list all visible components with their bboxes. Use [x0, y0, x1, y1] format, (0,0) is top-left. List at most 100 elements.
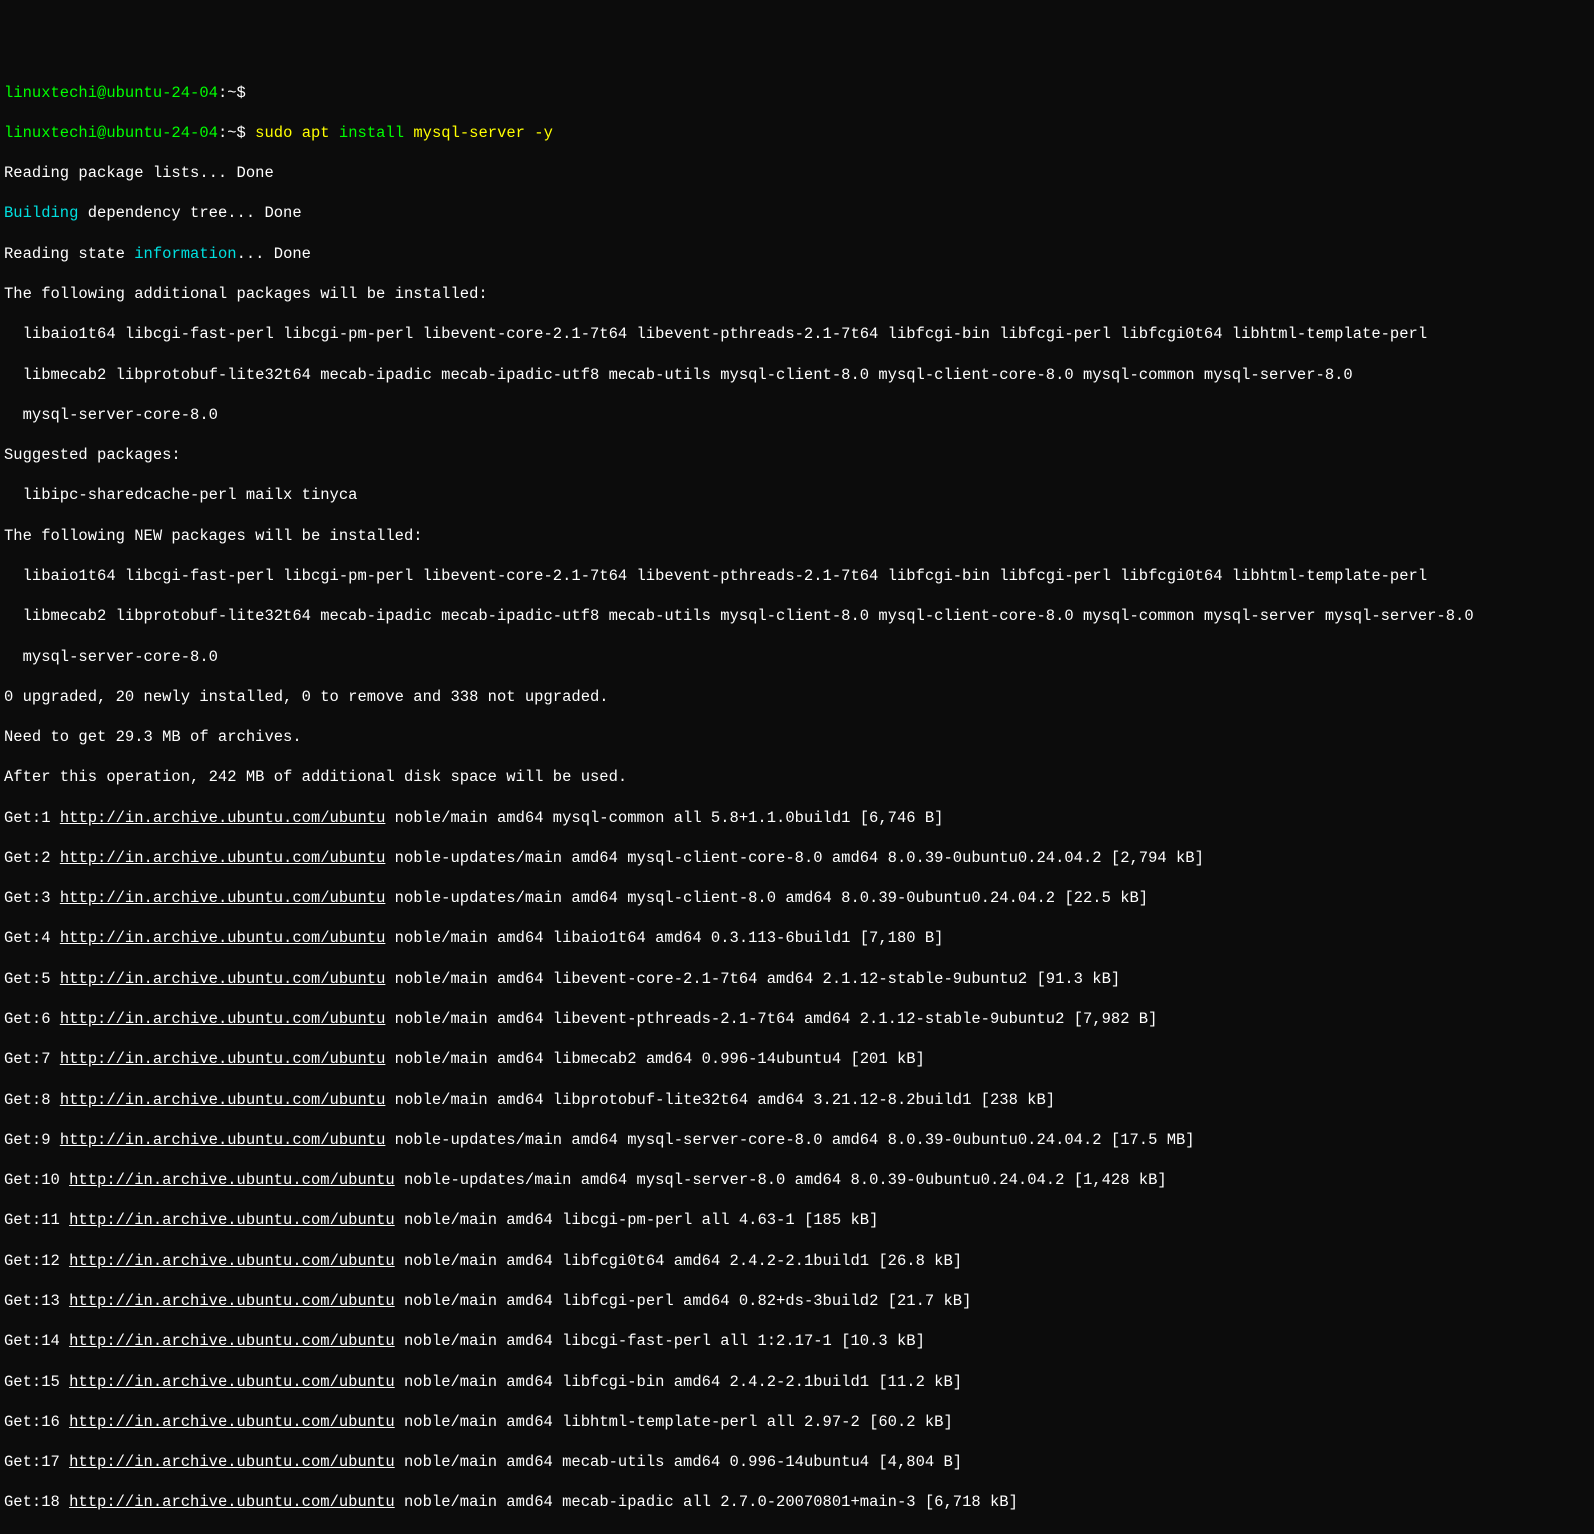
prompt-path: :~ — [218, 124, 237, 142]
download-line: Get:4 http://in.archive.ubuntu.com/ubunt… — [4, 928, 1590, 948]
output-text: ... Done — [237, 245, 311, 263]
repo-url: http://in.archive.ubuntu.com/ubuntu — [69, 1373, 395, 1391]
package-detail: noble/main amd64 libfcgi-perl amd64 0.82… — [395, 1292, 972, 1310]
output-line: The following additional packages will b… — [4, 284, 1590, 304]
download-line: Get:15 http://in.archive.ubuntu.com/ubun… — [4, 1372, 1590, 1392]
download-line: Get:6 http://in.archive.ubuntu.com/ubunt… — [4, 1009, 1590, 1029]
output-text: dependency tree... Done — [78, 204, 301, 222]
download-line: Get:3 http://in.archive.ubuntu.com/ubunt… — [4, 888, 1590, 908]
package-detail: noble/main amd64 mysql-common all 5.8+1.… — [385, 809, 943, 827]
output-line: libmecab2 libprotobuf-lite32t64 mecab-ip… — [4, 365, 1590, 385]
cmd-install: install — [339, 124, 404, 142]
output-line: After this operation, 242 MB of addition… — [4, 767, 1590, 787]
repo-url: http://in.archive.ubuntu.com/ubuntu — [69, 1493, 395, 1511]
package-detail: noble/main amd64 libfcgi0t64 amd64 2.4.2… — [395, 1252, 962, 1270]
download-line: Get:18 http://in.archive.ubuntu.com/ubun… — [4, 1492, 1590, 1512]
download-line: Get:8 http://in.archive.ubuntu.com/ubunt… — [4, 1090, 1590, 1110]
get-prefix: Get:12 — [4, 1252, 69, 1270]
package-detail: noble-updates/main amd64 mysql-client-co… — [385, 849, 1204, 867]
download-line: Get:17 http://in.archive.ubuntu.com/ubun… — [4, 1452, 1590, 1472]
package-detail: noble-updates/main amd64 mysql-client-8.… — [385, 889, 1148, 907]
get-prefix: Get:13 — [4, 1292, 69, 1310]
repo-url: http://in.archive.ubuntu.com/ubuntu — [60, 1131, 386, 1149]
information-word: information — [134, 245, 236, 263]
package-detail: noble/main amd64 libevent-pthreads-2.1-7… — [385, 1010, 1157, 1028]
prompt-dollar: $ — [237, 124, 246, 142]
get-prefix: Get:11 — [4, 1211, 69, 1229]
output-line: Reading state information... Done — [4, 244, 1590, 264]
package-detail: noble/main amd64 mecab-utils amd64 0.996… — [395, 1453, 962, 1471]
get-prefix: Get:5 — [4, 970, 60, 988]
download-list: Get:1 http://in.archive.ubuntu.com/ubunt… — [4, 808, 1590, 1534]
repo-url: http://in.archive.ubuntu.com/ubuntu — [69, 1413, 395, 1431]
repo-url: http://in.archive.ubuntu.com/ubuntu — [69, 1292, 395, 1310]
get-prefix: Get:6 — [4, 1010, 60, 1028]
download-line: Get:16 http://in.archive.ubuntu.com/ubun… — [4, 1412, 1590, 1432]
package-detail: noble/main amd64 libcgi-pm-perl all 4.63… — [395, 1211, 879, 1229]
prompt-user: linuxtechi@ubuntu-24-04 — [4, 124, 218, 142]
repo-url: http://in.archive.ubuntu.com/ubuntu — [60, 1091, 386, 1109]
get-prefix: Get:8 — [4, 1091, 60, 1109]
output-line: 0 upgraded, 20 newly installed, 0 to rem… — [4, 687, 1590, 707]
download-line: Get:11 http://in.archive.ubuntu.com/ubun… — [4, 1210, 1590, 1230]
download-line: Get:1 http://in.archive.ubuntu.com/ubunt… — [4, 808, 1590, 828]
output-line: Suggested packages: — [4, 445, 1590, 465]
get-prefix: Get:4 — [4, 929, 60, 947]
download-line: Get:7 http://in.archive.ubuntu.com/ubunt… — [4, 1049, 1590, 1069]
download-line: Get:12 http://in.archive.ubuntu.com/ubun… — [4, 1251, 1590, 1271]
building-word: Building — [4, 204, 78, 222]
repo-url: http://in.archive.ubuntu.com/ubuntu — [69, 1453, 395, 1471]
output-line: libaio1t64 libcgi-fast-perl libcgi-pm-pe… — [4, 324, 1590, 344]
output-line: Building dependency tree... Done — [4, 203, 1590, 223]
repo-url: http://in.archive.ubuntu.com/ubuntu — [69, 1332, 395, 1350]
cmd-apt: apt — [302, 124, 330, 142]
repo-url: http://in.archive.ubuntu.com/ubuntu — [60, 1050, 386, 1068]
output-line: mysql-server-core-8.0 — [4, 647, 1590, 667]
terminal-output[interactable]: linuxtechi@ubuntu-24-04:~$ linuxtechi@ub… — [4, 83, 1590, 1534]
repo-url: http://in.archive.ubuntu.com/ubuntu — [69, 1211, 395, 1229]
download-line: Get:2 http://in.archive.ubuntu.com/ubunt… — [4, 848, 1590, 868]
download-line: Get:5 http://in.archive.ubuntu.com/ubunt… — [4, 969, 1590, 989]
download-line: Get:13 http://in.archive.ubuntu.com/ubun… — [4, 1291, 1590, 1311]
download-line: Get:9 http://in.archive.ubuntu.com/ubunt… — [4, 1130, 1590, 1150]
package-detail: noble/main amd64 mecab-ipadic all 2.7.0-… — [395, 1493, 1018, 1511]
output-line: The following NEW packages will be insta… — [4, 526, 1590, 546]
package-detail: noble/main amd64 libmecab2 amd64 0.996-1… — [385, 1050, 925, 1068]
download-line: Get:14 http://in.archive.ubuntu.com/ubun… — [4, 1331, 1590, 1351]
prompt-user: linuxtechi@ubuntu-24-04 — [4, 84, 218, 102]
package-detail: noble/main amd64 libprotobuf-lite32t64 a… — [385, 1091, 1055, 1109]
prompt-path: :~ — [218, 84, 237, 102]
download-line: Get:10 http://in.archive.ubuntu.com/ubun… — [4, 1170, 1590, 1190]
get-prefix: Get:2 — [4, 849, 60, 867]
repo-url: http://in.archive.ubuntu.com/ubuntu — [60, 809, 386, 827]
package-detail: noble/main amd64 libcgi-fast-perl all 1:… — [395, 1332, 925, 1350]
repo-url: http://in.archive.ubuntu.com/ubuntu — [60, 929, 386, 947]
repo-url: http://in.archive.ubuntu.com/ubuntu — [60, 1010, 386, 1028]
cmd-sudo: sudo — [255, 124, 292, 142]
get-prefix: Get:15 — [4, 1373, 69, 1391]
package-detail: noble-updates/main amd64 mysql-server-8.… — [395, 1171, 1167, 1189]
output-line: Reading package lists... Done — [4, 163, 1590, 183]
repo-url: http://in.archive.ubuntu.com/ubuntu — [69, 1252, 395, 1270]
download-line: Get:19 http://in.archive.ubuntu.com/ubun… — [4, 1533, 1590, 1534]
get-prefix: Get:9 — [4, 1131, 60, 1149]
get-prefix: Get:14 — [4, 1332, 69, 1350]
output-line: libaio1t64 libcgi-fast-perl libcgi-pm-pe… — [4, 566, 1590, 586]
cmd-flag: -y — [534, 124, 553, 142]
repo-url: http://in.archive.ubuntu.com/ubuntu — [60, 889, 386, 907]
get-prefix: Get:17 — [4, 1453, 69, 1471]
prompt-dollar: $ — [237, 84, 246, 102]
package-detail: noble/main amd64 libaio1t64 amd64 0.3.11… — [385, 929, 943, 947]
package-detail: noble/main amd64 libfcgi-bin amd64 2.4.2… — [395, 1373, 962, 1391]
get-prefix: Get:16 — [4, 1413, 69, 1431]
package-detail: noble/main amd64 libhtml-template-perl a… — [395, 1413, 953, 1431]
repo-url: http://in.archive.ubuntu.com/ubuntu — [69, 1171, 395, 1189]
get-prefix: Get:10 — [4, 1171, 69, 1189]
prompt-line-prev: linuxtechi@ubuntu-24-04:~$ — [4, 83, 1590, 103]
output-line: libipc-sharedcache-perl mailx tinyca — [4, 485, 1590, 505]
package-detail: noble/main amd64 libevent-core-2.1-7t64 … — [385, 970, 1120, 988]
package-detail: noble-updates/main amd64 mysql-server-co… — [385, 1131, 1194, 1149]
get-prefix: Get:18 — [4, 1493, 69, 1511]
cmd-pkg: mysql-server — [413, 124, 525, 142]
command-line: linuxtechi@ubuntu-24-04:~$ sudo apt inst… — [4, 123, 1590, 143]
